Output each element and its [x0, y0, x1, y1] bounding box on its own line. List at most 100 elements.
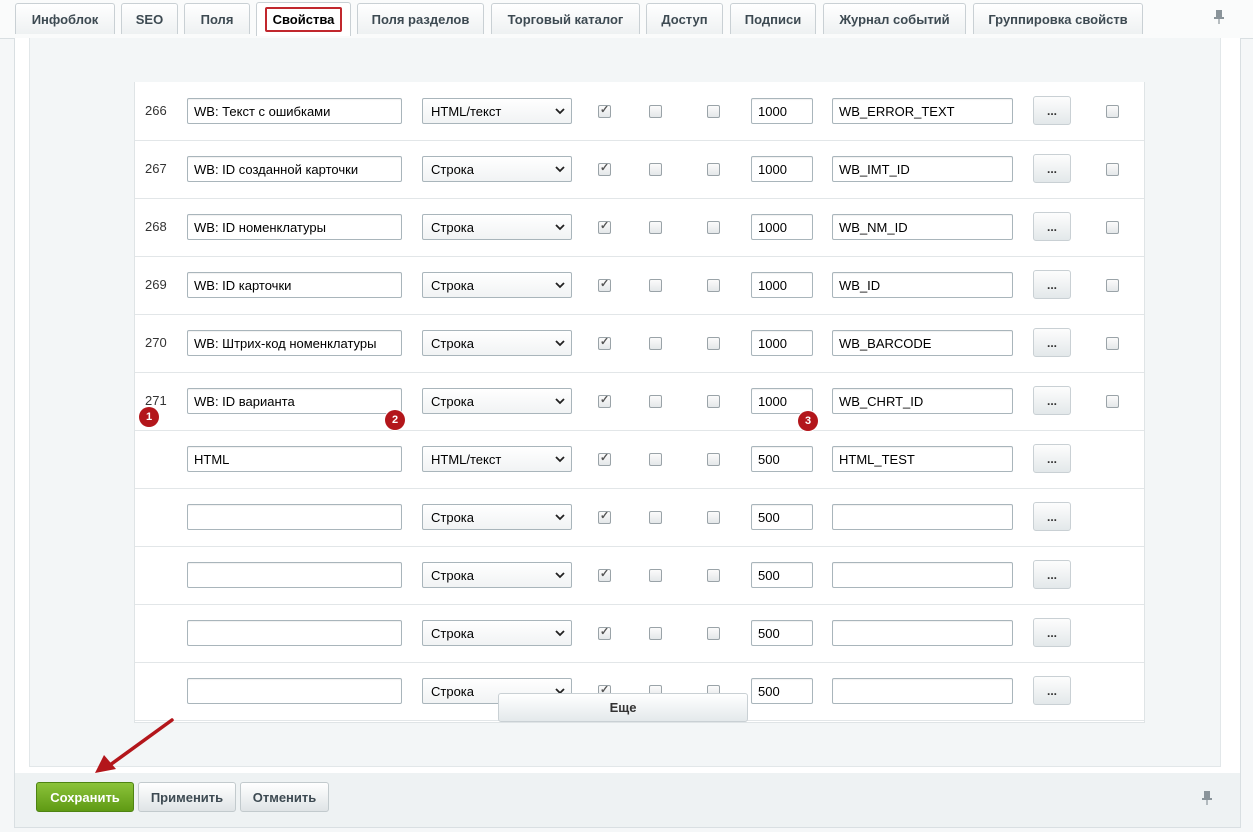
property-name-input[interactable]: [187, 620, 402, 646]
property-name-input[interactable]: [187, 446, 402, 472]
sort-input[interactable]: [751, 272, 813, 298]
pin-icon[interactable]: [1201, 790, 1213, 806]
tab-event-log[interactable]: Журнал событий: [823, 3, 966, 34]
property-type-select[interactable]: Строка: [422, 272, 572, 298]
required-checkbox[interactable]: [707, 221, 720, 234]
property-type-select[interactable]: Строка: [422, 562, 572, 588]
required-checkbox[interactable]: [707, 395, 720, 408]
multiple-checkbox[interactable]: [649, 105, 662, 118]
active-checkbox[interactable]: [598, 277, 611, 292]
property-settings-button[interactable]: ...: [1033, 618, 1071, 647]
tab-seo[interactable]: SEO: [121, 3, 178, 34]
property-settings-button[interactable]: ...: [1033, 502, 1071, 531]
code-input[interactable]: [832, 330, 1013, 356]
property-settings-button[interactable]: ...: [1033, 154, 1071, 183]
pin-icon[interactable]: [1213, 9, 1225, 25]
multiple-checkbox[interactable]: [649, 511, 662, 524]
property-name-input[interactable]: [187, 156, 402, 182]
delete-checkbox[interactable]: [1106, 163, 1119, 176]
sort-input[interactable]: [751, 446, 813, 472]
property-name-input[interactable]: [187, 504, 402, 530]
tab-access[interactable]: Доступ: [646, 3, 723, 34]
property-settings-button[interactable]: ...: [1033, 212, 1071, 241]
code-input[interactable]: [832, 562, 1013, 588]
cancel-button[interactable]: Отменить: [240, 782, 329, 812]
property-name-input[interactable]: [187, 388, 402, 414]
multiple-checkbox[interactable]: [649, 627, 662, 640]
tab-property-grouping[interactable]: Группировка свойств: [973, 3, 1143, 34]
property-settings-button[interactable]: ...: [1033, 328, 1071, 357]
more-button[interactable]: Еще: [498, 693, 748, 722]
property-name-input[interactable]: [187, 562, 402, 588]
property-settings-button[interactable]: ...: [1033, 270, 1071, 299]
active-checkbox[interactable]: [598, 509, 611, 524]
multiple-checkbox[interactable]: [649, 221, 662, 234]
property-name-input[interactable]: [187, 98, 402, 124]
active-checkbox[interactable]: [598, 335, 611, 350]
active-checkbox[interactable]: [598, 625, 611, 640]
required-checkbox[interactable]: [707, 105, 720, 118]
code-input[interactable]: [832, 214, 1013, 240]
property-name-input[interactable]: [187, 272, 402, 298]
tab-trade-catalog[interactable]: Торговый каталог: [491, 3, 640, 34]
property-settings-button[interactable]: ...: [1033, 560, 1071, 589]
required-checkbox[interactable]: [707, 337, 720, 350]
delete-checkbox[interactable]: [1106, 337, 1119, 350]
sort-input[interactable]: [751, 620, 813, 646]
sort-input[interactable]: [751, 98, 813, 124]
sort-input[interactable]: [751, 562, 813, 588]
active-checkbox[interactable]: [598, 161, 611, 176]
property-settings-button[interactable]: ...: [1033, 386, 1071, 415]
code-input[interactable]: [832, 504, 1013, 530]
required-checkbox[interactable]: [707, 511, 720, 524]
apply-button[interactable]: Применить: [138, 782, 236, 812]
tab-properties[interactable]: Свойства: [256, 2, 351, 36]
active-checkbox[interactable]: [598, 451, 611, 466]
property-type-select[interactable]: HTML/текст: [422, 446, 572, 472]
property-name-input[interactable]: [187, 330, 402, 356]
required-checkbox[interactable]: [707, 627, 720, 640]
sort-input[interactable]: [751, 388, 813, 414]
delete-checkbox[interactable]: [1106, 221, 1119, 234]
required-checkbox[interactable]: [707, 279, 720, 292]
required-checkbox[interactable]: [707, 569, 720, 582]
property-type-select[interactable]: Строка: [422, 504, 572, 530]
required-checkbox[interactable]: [707, 453, 720, 466]
code-input[interactable]: [832, 678, 1013, 704]
delete-checkbox[interactable]: [1106, 279, 1119, 292]
required-checkbox[interactable]: [707, 163, 720, 176]
tab-captions[interactable]: Подписи: [730, 3, 816, 34]
sort-input[interactable]: [751, 214, 813, 240]
sort-input[interactable]: [751, 504, 813, 530]
multiple-checkbox[interactable]: [649, 569, 662, 582]
active-checkbox[interactable]: [598, 103, 611, 118]
code-input[interactable]: [832, 620, 1013, 646]
property-type-select[interactable]: Строка: [422, 214, 572, 240]
sort-input[interactable]: [751, 330, 813, 356]
multiple-checkbox[interactable]: [649, 337, 662, 350]
multiple-checkbox[interactable]: [649, 395, 662, 408]
active-checkbox[interactable]: [598, 567, 611, 582]
property-type-select[interactable]: Строка: [422, 620, 572, 646]
code-input[interactable]: [832, 156, 1013, 182]
delete-checkbox[interactable]: [1106, 395, 1119, 408]
sort-input[interactable]: [751, 678, 813, 704]
save-button[interactable]: Сохранить: [36, 782, 134, 812]
active-checkbox[interactable]: [598, 393, 611, 408]
multiple-checkbox[interactable]: [649, 163, 662, 176]
property-name-input[interactable]: [187, 678, 402, 704]
code-input[interactable]: [832, 446, 1013, 472]
property-type-select[interactable]: Строка: [422, 330, 572, 356]
sort-input[interactable]: [751, 156, 813, 182]
property-name-input[interactable]: [187, 214, 402, 240]
property-settings-button[interactable]: ...: [1033, 444, 1071, 473]
property-settings-button[interactable]: ...: [1033, 676, 1071, 705]
property-type-select[interactable]: HTML/текст: [422, 98, 572, 124]
code-input[interactable]: [832, 98, 1013, 124]
tab-infoblock[interactable]: Инфоблок: [15, 3, 115, 34]
code-input[interactable]: [832, 388, 1013, 414]
delete-checkbox[interactable]: [1106, 105, 1119, 118]
multiple-checkbox[interactable]: [649, 279, 662, 292]
multiple-checkbox[interactable]: [649, 453, 662, 466]
active-checkbox[interactable]: [598, 219, 611, 234]
